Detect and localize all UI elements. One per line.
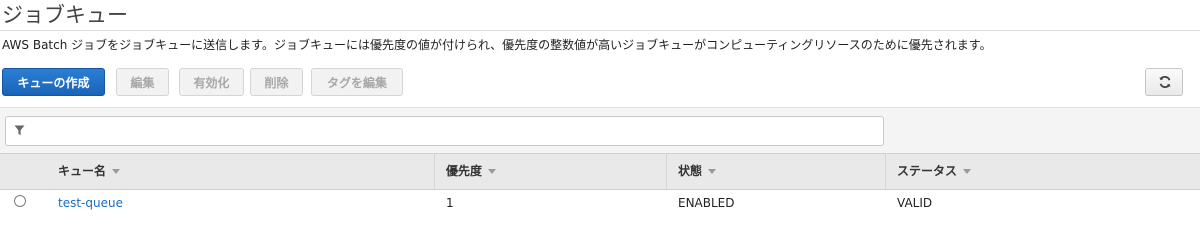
row-select-radio[interactable] (14, 195, 26, 207)
enable-button[interactable]: 有効化 (179, 68, 244, 96)
column-divider (666, 154, 667, 189)
queue-name-link[interactable]: test-queue (58, 194, 123, 212)
queue-status: VALID (897, 196, 933, 210)
page-description: AWS Batch ジョブをジョブキューに送信します。ジョブキューには優先度の値… (2, 38, 992, 52)
queue-state: ENABLED (678, 196, 735, 210)
create-queue-button[interactable]: キューの作成 (2, 68, 105, 96)
refresh-button[interactable] (1145, 68, 1183, 96)
filter-field[interactable] (5, 116, 884, 146)
column-header-status[interactable]: ステータス (897, 154, 972, 189)
toolbar: キューの作成 編集 有効化 削除 タグを編集 (2, 68, 1198, 96)
column-header-priority[interactable]: 優先度 (446, 154, 497, 189)
column-header-label: ステータス (897, 164, 958, 178)
column-divider (885, 154, 886, 189)
filter-input[interactable] (32, 120, 876, 144)
sort-caret-icon (708, 169, 717, 174)
sort-caret-icon (112, 169, 121, 174)
table-row[interactable]: test-queue 1 ENABLED VALID (0, 190, 1200, 218)
edit-tags-button[interactable]: タグを編集 (311, 68, 403, 96)
sort-caret-icon (488, 169, 497, 174)
filter-icon (14, 125, 25, 136)
title-divider (0, 30, 1200, 31)
column-header-state[interactable]: 状態 (678, 154, 717, 189)
refresh-icon (1159, 76, 1171, 88)
column-header-label: キュー名 (58, 164, 107, 178)
queue-priority: 1 (446, 196, 454, 210)
column-header-label: 状態 (678, 164, 703, 178)
edit-button[interactable]: 編集 (116, 68, 169, 96)
column-header-label: 優先度 (446, 164, 483, 178)
sort-caret-icon (963, 169, 972, 174)
page-title: ジョブキュー (2, 3, 128, 27)
delete-button[interactable]: 削除 (250, 68, 303, 96)
filter-bar (0, 107, 1200, 153)
table-header: キュー名 優先度 状態 ステータス (0, 153, 1200, 190)
column-divider (434, 154, 435, 189)
column-header-queue-name[interactable]: キュー名 (58, 154, 121, 189)
